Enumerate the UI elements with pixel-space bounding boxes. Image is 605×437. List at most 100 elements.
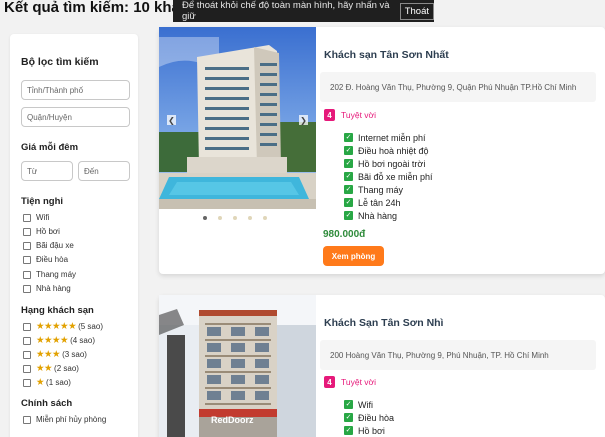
checkbox[interactable] — [23, 227, 31, 236]
amenity-text: Internet miễn phí — [358, 132, 426, 143]
check-icon: ✓ — [344, 211, 353, 220]
check-icon: ✓ — [344, 172, 353, 181]
star-icon: ★ — [36, 377, 45, 388]
rating-badge: 4 Tuyệt vời — [324, 376, 376, 388]
amenity-text: Hồ bơi ngoài trời — [358, 158, 426, 169]
hotel-card: ❮ ❯ Khách sạn Tân Sơn Nhất 202 Đ. Hoàng … — [159, 27, 605, 274]
star-icon: ★★★★ — [36, 335, 69, 346]
star-icon: ★★ — [36, 363, 53, 374]
checkbox[interactable] — [23, 270, 31, 279]
check-icon: ✓ — [344, 133, 353, 142]
checkbox[interactable] — [23, 284, 31, 293]
price-to-input[interactable]: Đến — [78, 161, 130, 181]
checkbox[interactable] — [23, 322, 31, 331]
amenity-item: ✓ Điều hoà nhiệt độ — [344, 144, 433, 157]
amenity-option[interactable]: Wifi — [23, 213, 49, 222]
rating-heading: Hạng khách sạn — [21, 305, 94, 316]
carousel-dot[interactable] — [248, 216, 252, 220]
checkbox[interactable] — [23, 241, 31, 250]
rating-label: (3 sao) — [62, 350, 87, 359]
amenity-option[interactable]: Nhà hàng — [23, 284, 71, 293]
check-icon: ✓ — [344, 146, 353, 155]
amenity-item: ✓ Thang máy — [344, 183, 433, 196]
amenity-label: Điều hòa — [36, 255, 69, 264]
amenity-text: Wifi — [358, 399, 373, 410]
amenity-item: ✓ Lễ tân 24h — [344, 196, 433, 209]
amenity-option[interactable]: Hồ bơi — [23, 227, 60, 236]
amenity-item: ✓ Hồ bơi ngoài trời — [344, 157, 433, 170]
amenity-item: ✓ Internet miễn phí — [344, 131, 433, 144]
rating-option[interactable]: ★★★★ (4 sao) — [23, 335, 95, 346]
policy-label: Miễn phí hủy phòng — [36, 415, 107, 424]
rating-label: (1 sao) — [46, 378, 71, 387]
chevron-right-icon[interactable]: ❯ — [299, 115, 308, 125]
amenity-item: ✓ Điều hòa — [344, 411, 394, 424]
amenity-label: Nhà hàng — [36, 284, 71, 293]
check-icon: ✓ — [344, 400, 353, 409]
amenity-item: ✓ Wifi — [344, 398, 394, 411]
check-icon: ✓ — [344, 198, 353, 207]
hotel-photo-graphic — [159, 27, 316, 209]
chevron-left-icon[interactable]: ❮ — [167, 115, 176, 125]
amenity-text: Thang máy — [358, 184, 404, 195]
checkbox[interactable] — [23, 336, 31, 345]
rating-label: (2 sao) — [54, 364, 79, 373]
fullscreen-message: Để thoát khỏi chế độ toàn màn hình, hãy … — [182, 0, 390, 22]
hotel-photo[interactable]: ❮ ❯ — [159, 27, 316, 209]
hotel-photo[interactable]: RedDoorz — [159, 295, 316, 437]
view-rooms-button[interactable]: Xem phòng — [323, 246, 384, 266]
check-icon: ✓ — [344, 159, 353, 168]
policy-heading: Chính sách — [21, 398, 73, 409]
checkbox[interactable] — [23, 350, 31, 359]
checkbox[interactable] — [23, 255, 31, 264]
rating-label: (4 sao) — [70, 336, 95, 345]
checkbox[interactable] — [23, 364, 31, 373]
star-icon: ★★★★★ — [36, 321, 77, 332]
hotel-name[interactable]: Khách Sạn Tân Sơn Nhì — [324, 317, 443, 329]
district-input[interactable]: Quận/Huyện — [21, 107, 130, 127]
rating-label: Tuyệt vời — [341, 110, 377, 120]
amenity-option[interactable]: Thang máy — [23, 270, 76, 279]
hotel-price: 980.000đ — [323, 229, 366, 240]
hotel-card: RedDoorz Khách Sạn Tân Sơn Nhì 200 Hoàng… — [159, 295, 605, 437]
amenity-label: Hồ bơi — [36, 227, 60, 236]
rating-label: Tuyệt vời — [341, 377, 377, 387]
checkbox[interactable] — [23, 415, 31, 424]
fullscreen-exit-key[interactable]: Thoát — [399, 2, 434, 20]
rating-label: (5 sao) — [78, 322, 103, 331]
price-heading: Giá mỗi đêm — [21, 142, 79, 153]
rating-option[interactable]: ★★★ (3 sao) — [23, 349, 87, 360]
amenity-option[interactable]: Điều hòa — [23, 255, 68, 264]
hotel-address: 200 Hoàng Văn Thụ, Phường 9, Phú Nhuận, … — [320, 340, 596, 370]
page-title: Kết quả tìm kiếm: 10 khác — [4, 0, 189, 16]
price-from-input[interactable]: Từ — [21, 161, 73, 181]
carousel-dot[interactable] — [263, 216, 267, 220]
check-icon: ✓ — [344, 185, 353, 194]
amenity-text: Nhà hàng — [358, 210, 398, 221]
rating-option[interactable]: ★ (1 sao) — [23, 377, 71, 388]
rating-badge: 4 Tuyệt vời — [324, 109, 376, 121]
carousel-dot[interactable] — [233, 216, 237, 220]
rating-score: 4 — [324, 109, 335, 121]
check-icon: ✓ — [344, 413, 353, 422]
amenity-text: Hồ bơi — [358, 425, 385, 436]
checkbox[interactable] — [23, 378, 31, 387]
carousel-dot[interactable] — [203, 216, 207, 220]
amenity-option[interactable]: Bãi đậu xe — [23, 241, 74, 250]
amenity-label: Bãi đậu xe — [36, 241, 74, 250]
hotel-sign: RedDoorz — [211, 415, 254, 425]
city-input[interactable]: Tỉnh/Thành phố — [21, 80, 130, 100]
checkbox[interactable] — [23, 213, 31, 222]
carousel-dots — [203, 216, 267, 220]
amenity-list: ✓ Internet miễn phí ✓ Điều hoà nhiệt độ ✓ H… — [344, 131, 433, 222]
amenity-text: Lễ tân 24h — [358, 197, 401, 208]
amenity-text: Điều hòa — [358, 412, 395, 423]
carousel-dot[interactable] — [218, 216, 222, 220]
amenity-item: ✓ Bãi đỗ xe miễn phí — [344, 170, 433, 183]
fullscreen-banner: Để thoát khỏi chế độ toàn màn hình, hãy … — [173, 0, 434, 22]
policy-option[interactable]: Miễn phí hủy phòng — [23, 415, 106, 424]
amenities-heading: Tiện nghi — [21, 196, 64, 207]
rating-option[interactable]: ★★★★★ (5 sao) — [23, 321, 103, 332]
hotel-name[interactable]: Khách sạn Tân Sơn Nhất — [324, 49, 449, 61]
rating-option[interactable]: ★★ (2 sao) — [23, 363, 79, 374]
